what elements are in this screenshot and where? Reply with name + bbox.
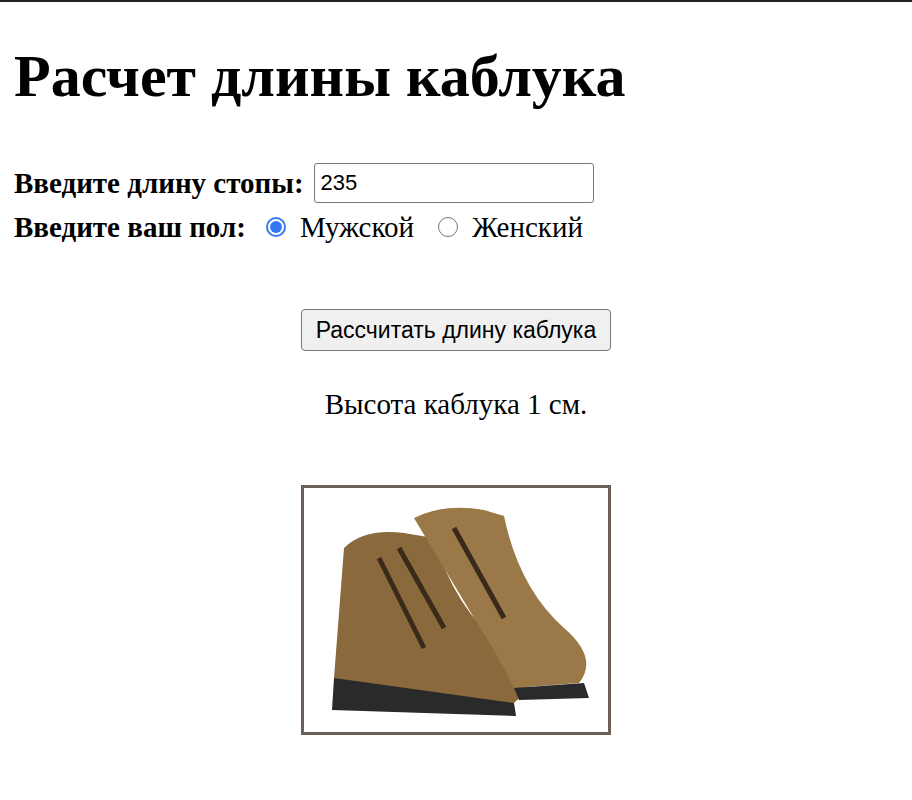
result-text: Высота каблука 1 см. (325, 387, 588, 421)
radio-button[interactable] (266, 217, 286, 237)
option-label: Женский (472, 211, 583, 244)
gender-row: Введите ваш пол: Мужской Женский (14, 205, 898, 249)
top-rule (0, 0, 912, 2)
gender-option[interactable]: Мужской (256, 211, 414, 244)
gender-label: Введите ваш пол: (14, 211, 246, 244)
calculate-button[interactable]: Рассчитать длину каблука (301, 309, 611, 351)
radio-dot (270, 221, 282, 233)
gender-option[interactable]: Женский (428, 211, 583, 244)
page: Расчет длины каблука Введите длину стопы:… (0, 0, 912, 775)
foot-input[interactable] (314, 163, 594, 203)
boots-photo (301, 485, 611, 735)
option-label: Мужской (300, 211, 414, 244)
page-title: Расчет длины каблука (14, 42, 898, 111)
foot-row: Введите длину стопы: (14, 161, 898, 205)
radio-button[interactable] (438, 217, 458, 237)
boots-icon (304, 488, 608, 732)
foot-label: Введите длину стопы: (14, 167, 304, 200)
